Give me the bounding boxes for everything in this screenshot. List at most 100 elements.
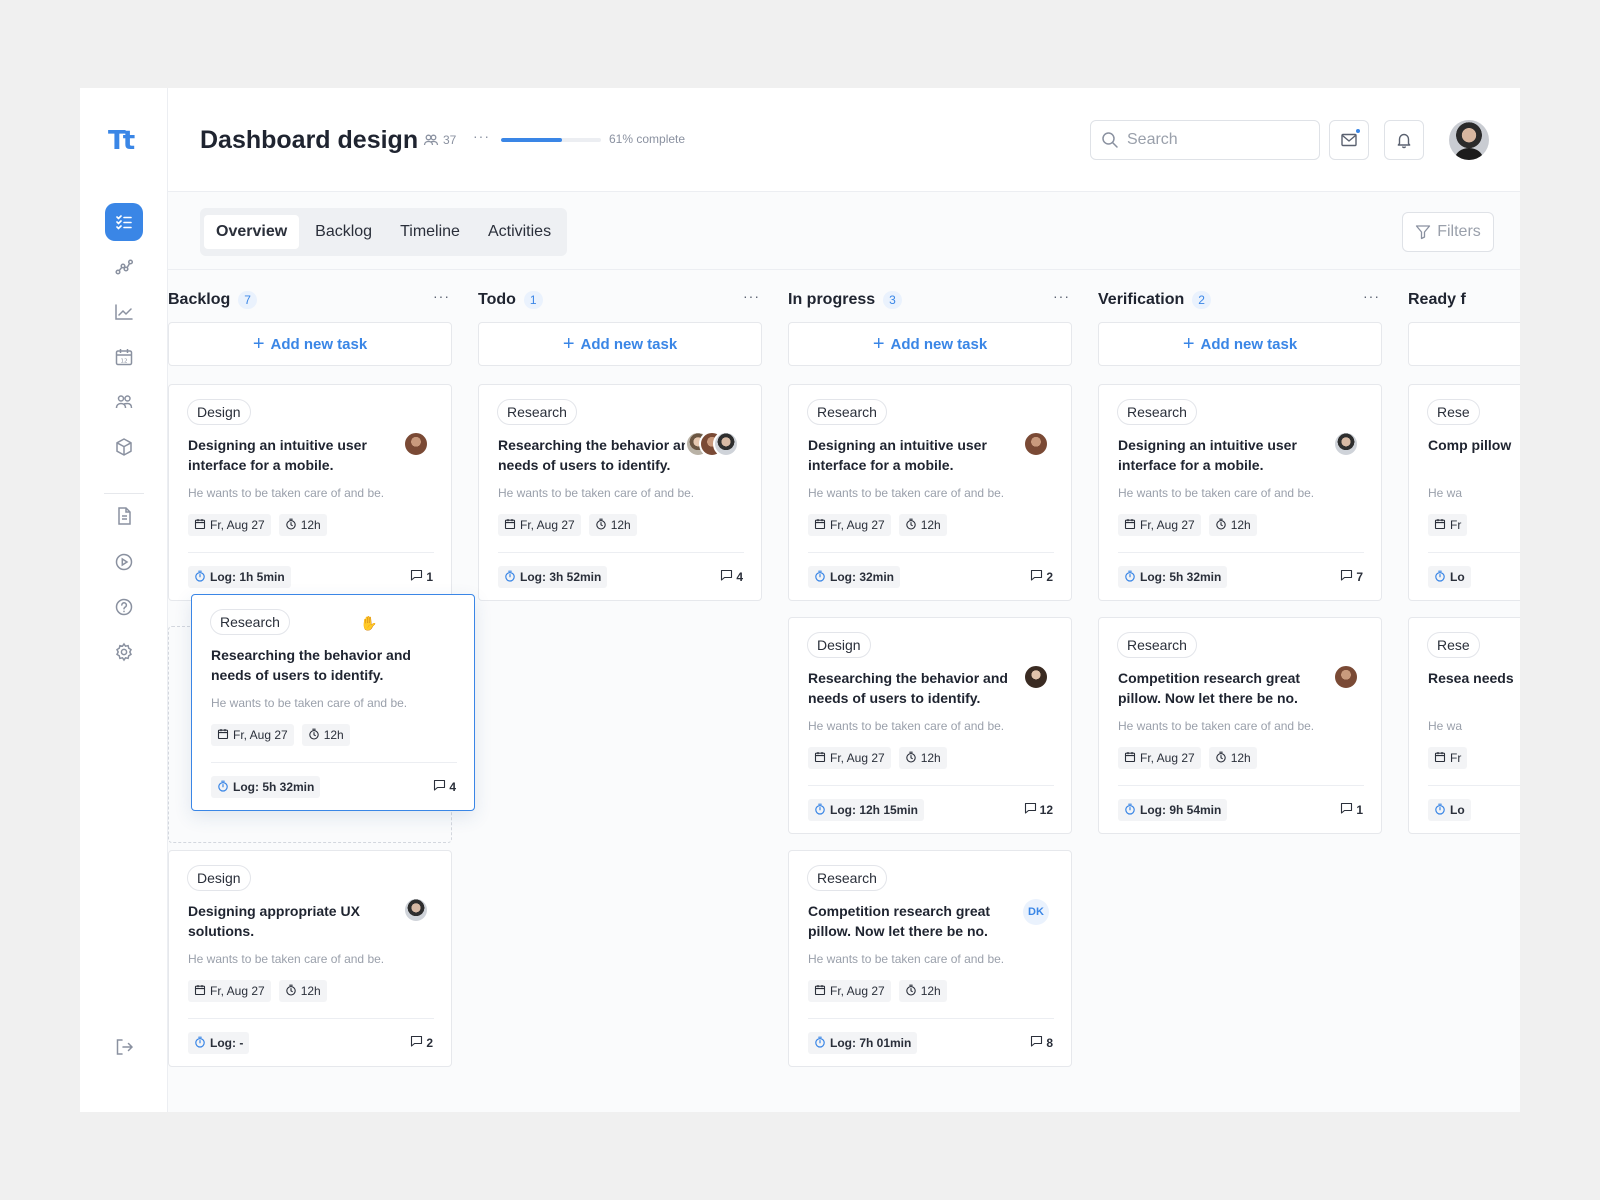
comments-count[interactable]: 8 bbox=[1030, 1035, 1053, 1050]
timer-icon bbox=[1215, 518, 1227, 533]
comments-count-label: 1 bbox=[426, 569, 433, 584]
comments-count[interactable]: 1 bbox=[1340, 802, 1363, 817]
filters-button[interactable]: Filters bbox=[1402, 212, 1494, 252]
due-date: Fr bbox=[1450, 751, 1462, 765]
assignee-avatar[interactable] bbox=[1023, 664, 1049, 690]
play-nav-icon[interactable] bbox=[105, 543, 143, 581]
column-count-badge: 3 bbox=[883, 291, 902, 309]
assignee-avatar[interactable] bbox=[403, 431, 429, 457]
task-meta: Fr, Aug 27 12h bbox=[188, 514, 327, 536]
members-count[interactable]: 37 bbox=[423, 133, 456, 147]
app-logo[interactable]: Tt bbox=[108, 126, 135, 156]
calendar-icon bbox=[814, 751, 826, 766]
search-box[interactable] bbox=[1090, 120, 1320, 160]
task-description: He wants to be taken care of and be. bbox=[1118, 486, 1315, 500]
estimate: 12h bbox=[1230, 518, 1251, 532]
box-nav-icon[interactable] bbox=[105, 428, 143, 466]
logout-nav-icon[interactable] bbox=[105, 1028, 143, 1066]
add-task-button[interactable]: + Add new task bbox=[788, 322, 1072, 366]
due-date-chip: Fr bbox=[1428, 747, 1468, 769]
notifications-button[interactable] bbox=[1384, 120, 1424, 160]
task-card[interactable]: Research Designing an intuitive user inte… bbox=[1098, 384, 1382, 601]
task-card[interactable]: Research Designing an intuitive user inte… bbox=[788, 384, 1072, 601]
sidebar-divider bbox=[104, 493, 144, 494]
add-task-button[interactable]: + Add new task bbox=[478, 322, 762, 366]
chart-nav-icon[interactable] bbox=[105, 293, 143, 331]
tab-timeline[interactable]: Timeline bbox=[388, 215, 472, 249]
tab-activities[interactable]: Activities bbox=[476, 215, 563, 249]
comments-count[interactable]: 12 bbox=[1024, 802, 1053, 817]
card-divider bbox=[188, 552, 434, 553]
progress-fill bbox=[501, 138, 562, 142]
mail-button[interactable] bbox=[1329, 120, 1369, 160]
column-more-icon[interactable]: ··· bbox=[743, 288, 760, 304]
time-log: Lo bbox=[1450, 570, 1465, 584]
category-tag: Design bbox=[807, 632, 871, 658]
settings-nav-icon[interactable] bbox=[105, 633, 143, 671]
comments-count[interactable]: 1 bbox=[410, 569, 433, 584]
comments-count[interactable]: 4 bbox=[720, 569, 743, 584]
tasks-nav-icon[interactable] bbox=[105, 203, 143, 241]
document-nav-icon[interactable] bbox=[105, 497, 143, 535]
task-card[interactable]: Rese Resea needs He wa Fr Lo bbox=[1408, 617, 1520, 834]
task-title: Designing an intuitive user interface fo… bbox=[188, 437, 367, 473]
comment-icon bbox=[1030, 1035, 1043, 1050]
category-tag: Design bbox=[187, 399, 251, 425]
tab-overview[interactable]: Overview bbox=[204, 215, 300, 249]
task-meta: Fr bbox=[1428, 514, 1468, 536]
task-card[interactable]: Research Researching the behavior and nee… bbox=[478, 384, 762, 601]
task-card[interactable]: Design Researching the behavior and needs… bbox=[788, 617, 1072, 834]
add-task-button[interactable]: + Add new task bbox=[1098, 322, 1382, 366]
card-divider bbox=[808, 785, 1054, 786]
assignee-avatar[interactable] bbox=[1023, 431, 1049, 457]
calendar-nav-icon[interactable]: 12 bbox=[105, 338, 143, 376]
analytics-nav-icon[interactable] bbox=[105, 248, 143, 286]
task-card[interactable]: Research Competition research great pillo… bbox=[1098, 617, 1382, 834]
task-card[interactable]: Design Designing appropriate UX solutions… bbox=[168, 850, 452, 1067]
user-avatar[interactable] bbox=[1449, 120, 1489, 160]
stopwatch-icon bbox=[217, 780, 229, 795]
assignee-avatar[interactable] bbox=[1333, 431, 1359, 457]
task-card[interactable]: Rese Comp pillow He wa Fr Lo bbox=[1408, 384, 1520, 601]
comments-count-label: 1 bbox=[1356, 802, 1363, 817]
comments-count[interactable]: 2 bbox=[410, 1035, 433, 1050]
estimate-chip: 12h bbox=[278, 514, 327, 536]
help-nav-icon[interactable] bbox=[105, 588, 143, 626]
category-tag: Research bbox=[807, 865, 887, 891]
card-divider bbox=[1118, 552, 1364, 553]
search-input[interactable] bbox=[1127, 131, 1307, 149]
comments-count[interactable]: 2 bbox=[1030, 569, 1053, 584]
column-more-icon[interactable]: ··· bbox=[1363, 288, 1380, 304]
estimate-chip: 12h bbox=[1208, 514, 1257, 536]
comments-count[interactable]: 4 bbox=[433, 779, 456, 794]
due-date-chip: Fr bbox=[1428, 514, 1468, 536]
assignee-avatar[interactable] bbox=[403, 897, 429, 923]
mail-icon bbox=[1341, 133, 1357, 147]
time-log: Log: 3h 52min bbox=[520, 570, 602, 584]
add-task-button[interactable]: + bbox=[1408, 322, 1520, 366]
task-card[interactable]: Research Competition research great pillo… bbox=[788, 850, 1072, 1067]
estimate-chip: 12h bbox=[278, 980, 327, 1002]
add-task-button[interactable]: + Add new task bbox=[168, 322, 452, 366]
dragging-task-card[interactable]: Research Researching the behavior and nee… bbox=[191, 594, 475, 811]
card-divider bbox=[808, 1018, 1054, 1019]
page-header: Dashboard design 37 ··· 61% complete bbox=[168, 88, 1520, 192]
due-date-chip: Fr, Aug 27 bbox=[808, 747, 891, 769]
more-options-icon[interactable]: ··· bbox=[473, 128, 490, 144]
column-more-icon[interactable]: ··· bbox=[1053, 288, 1070, 304]
time-log: Log: 32min bbox=[830, 570, 895, 584]
task-card[interactable]: Design Designing an intuitive user interf… bbox=[168, 384, 452, 601]
comment-icon bbox=[1030, 569, 1043, 584]
due-date: Fr, Aug 27 bbox=[210, 984, 265, 998]
assignee-avatar[interactable] bbox=[713, 431, 739, 457]
stopwatch-icon bbox=[194, 1036, 206, 1051]
assignee-avatar[interactable] bbox=[1333, 664, 1359, 690]
assignee-initials-avatar[interactable]: DK bbox=[1023, 899, 1049, 925]
tab-backlog[interactable]: Backlog bbox=[303, 215, 384, 249]
team-nav-icon[interactable] bbox=[105, 383, 143, 421]
column-more-icon[interactable]: ··· bbox=[433, 288, 450, 304]
task-title: Resea needs bbox=[1428, 670, 1514, 686]
task-description: He wa bbox=[1428, 719, 1463, 733]
due-date-chip: Fr, Aug 27 bbox=[188, 514, 271, 536]
comments-count[interactable]: 7 bbox=[1340, 569, 1363, 584]
